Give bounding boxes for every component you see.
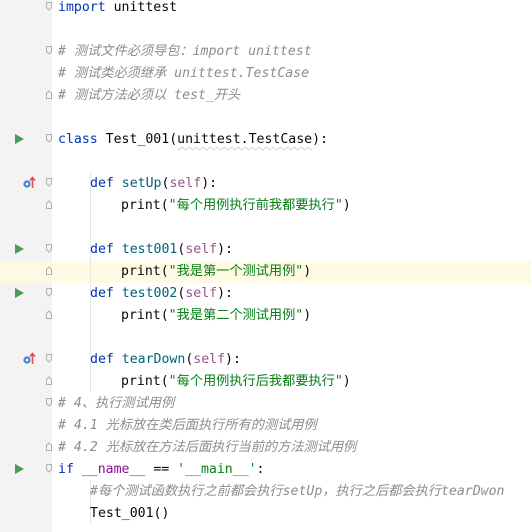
fold-marker-icon[interactable] — [46, 2, 52, 11]
paren: ): — [217, 286, 233, 301]
self-param: self — [169, 176, 202, 191]
code-line-print[interactable]: print("我是第二个测试用例") — [121, 305, 311, 327]
comment-line[interactable]: #每个测试函数执行之前都会执行setUp，执行之后都会执行tearDwon — [90, 481, 504, 503]
print-call: print — [121, 374, 161, 389]
method-name: test002 — [121, 286, 178, 301]
fold-marker-icon[interactable] — [46, 442, 52, 451]
fold-marker-icon[interactable] — [46, 244, 52, 253]
fold-marker-icon[interactable] — [46, 178, 52, 187]
fold-marker-icon[interactable] — [46, 310, 52, 319]
fold-marker-icon[interactable] — [46, 288, 52, 297]
keyword-class: class — [58, 132, 98, 147]
print-call: print — [121, 264, 161, 279]
paren: ( — [160, 308, 169, 323]
paren: ) — [303, 308, 312, 323]
code-line-print[interactable]: print("我是第一个测试用例") — [121, 261, 311, 283]
keyword-def: def — [90, 176, 114, 191]
fold-marker-icon[interactable] — [46, 134, 52, 143]
run-main-icon[interactable] — [15, 464, 24, 474]
override-method-icon[interactable] — [22, 176, 36, 190]
code-line-def-teardown[interactable]: def tearDown(self): — [90, 349, 241, 371]
string-literal: "每个用例执行前我都要执行" — [168, 198, 343, 213]
fold-marker-icon[interactable] — [46, 266, 52, 275]
paren: ( — [160, 374, 169, 389]
operator: == — [145, 462, 178, 477]
comment-line[interactable]: # 测试文件必须导包：import unittest — [58, 41, 312, 63]
paren: ): — [225, 352, 241, 367]
run-class-icon[interactable] — [15, 134, 24, 144]
paren: ): — [201, 176, 218, 191]
keyword-def: def — [90, 286, 114, 301]
code-line-instantiate[interactable]: Test_001() — [90, 503, 169, 525]
self-param: self — [193, 352, 226, 367]
fold-marker-icon[interactable] — [46, 90, 52, 99]
code-line-def-setup[interactable]: def setUp(self): — [90, 173, 217, 195]
string-literal: "每个用例执行后我都要执行" — [168, 374, 343, 389]
paren: ) — [303, 264, 312, 279]
code-line-class-def[interactable]: class Test_001(unittest.TestCase): — [58, 129, 328, 151]
dunder-name: __name__ — [81, 462, 146, 477]
keyword-if: if — [58, 462, 74, 477]
method-name: tearDown — [121, 352, 186, 367]
code-line-def-test002[interactable]: def test002(self): — [90, 283, 233, 305]
code-line-import[interactable]: import unittest — [58, 0, 177, 19]
code-line-print[interactable]: print("每个用例执行后我都要执行") — [121, 371, 351, 393]
module-name: unittest — [105, 0, 178, 15]
fold-marker-icon[interactable] — [46, 200, 52, 209]
fold-marker-icon[interactable] — [46, 398, 52, 407]
keyword-import: import — [58, 0, 106, 15]
code-line-def-test001[interactable]: def test001(self): — [90, 239, 233, 261]
fold-marker-icon[interactable] — [46, 464, 52, 473]
keyword-def: def — [90, 242, 114, 257]
fold-marker-icon[interactable] — [46, 376, 52, 385]
self-param: self — [185, 286, 218, 301]
paren: ) — [342, 198, 351, 213]
run-test001-icon[interactable] — [15, 244, 24, 254]
string-literal: "我是第一个测试用例" — [168, 264, 304, 279]
fold-marker-icon[interactable] — [46, 46, 52, 55]
code-line-print[interactable]: print("每个用例执行前我都要执行") — [121, 195, 351, 217]
paren: ( — [169, 132, 178, 147]
colon: : — [256, 462, 265, 477]
comment-line[interactable]: # 4.1 光标放在类后面执行所有的测试用例 — [58, 415, 317, 437]
method-name: test001 — [121, 242, 178, 257]
comment-line[interactable]: # 测试方法必须以 test_开头 — [58, 85, 240, 107]
fold-marker-icon[interactable] — [46, 354, 52, 363]
code-line-if-main[interactable]: if __name__ == '__main__': — [58, 459, 265, 481]
class-call: Test_001 — [90, 506, 154, 521]
comment-line[interactable]: # 测试类必须继承 unittest.TestCase — [58, 63, 309, 85]
paren: ( — [160, 264, 169, 279]
method-name: setUp — [121, 176, 162, 191]
self-param: self — [185, 242, 218, 257]
run-test002-icon[interactable] — [15, 288, 24, 298]
base-class: unittest.TestCase — [177, 132, 313, 147]
comment-line[interactable]: # 4、执行测试用例 — [58, 393, 174, 415]
paren: ( — [160, 198, 169, 213]
override-method-icon[interactable] — [22, 352, 36, 366]
class-name: Test_001 — [105, 132, 170, 147]
comment-line[interactable]: # 4.2 光标放在方法后面执行当前的方法测试用例 — [58, 437, 356, 459]
print-call: print — [121, 308, 161, 323]
string-literal: '__main__' — [177, 462, 257, 477]
paren: ): — [312, 132, 329, 147]
keyword-def: def — [90, 352, 114, 367]
string-literal: "我是第二个测试用例" — [168, 308, 304, 323]
code-editor[interactable]: import unittest # 测试文件必须导包：import unitte… — [0, 0, 531, 532]
print-call: print — [121, 198, 161, 213]
call-parens: () — [153, 506, 170, 521]
paren: ) — [342, 374, 351, 389]
paren: ): — [217, 242, 233, 257]
